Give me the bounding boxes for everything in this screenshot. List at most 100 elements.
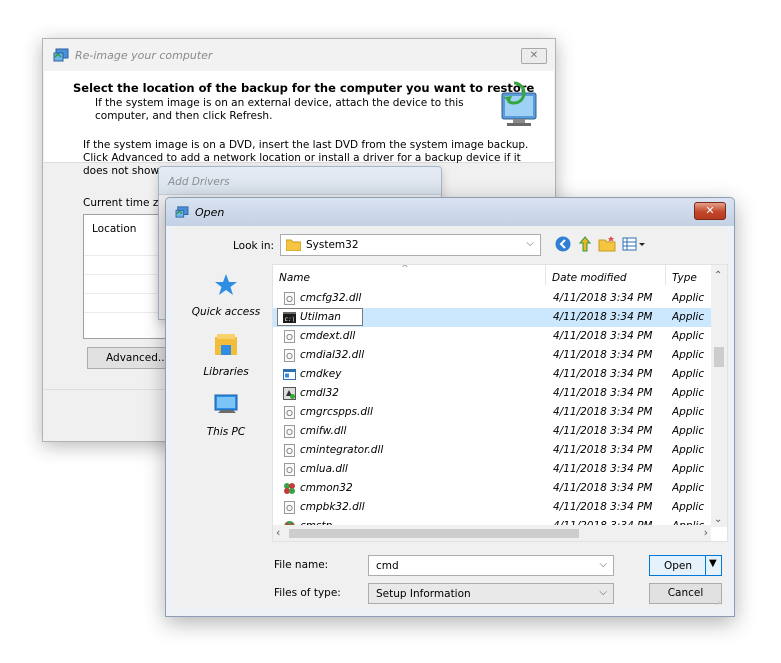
column-header-type[interactable]: Type	[672, 272, 697, 284]
dll-file-icon	[283, 292, 296, 305]
dll-file-icon	[283, 444, 296, 457]
file-type: Applic	[672, 425, 705, 437]
file-name: cmcfg32.dll	[300, 292, 362, 304]
file-row[interactable]: cmlua.dll 4/11/2018 3:34 PM Applic	[273, 460, 711, 479]
file-row[interactable]: cmcfg32.dll 4/11/2018 3:34 PM Applic	[273, 289, 711, 308]
file-name: cmintegrator.dll	[300, 444, 384, 456]
location-column-header: Location	[92, 223, 137, 235]
scroll-down-icon[interactable]: ⌄	[714, 514, 722, 525]
horizontal-scrollbar[interactable]: ‹ ›	[273, 525, 711, 541]
file-type: Applic	[672, 482, 705, 494]
up-folder-icon[interactable]	[576, 235, 594, 253]
triangle-down-icon: ▼	[709, 558, 717, 569]
place-label: Libraries	[203, 366, 249, 378]
scroll-thumb[interactable]	[289, 529, 579, 538]
place-this-pc[interactable]: This PC	[184, 391, 268, 447]
file-type-value: Setup Information	[376, 588, 471, 600]
column-divider[interactable]	[665, 265, 666, 285]
open-dialog-titlebar[interactable]: Open ✕	[166, 198, 734, 226]
file-name: cmpbk32.dll	[300, 501, 365, 513]
vertical-scrollbar[interactable]: ⌃ ⌄	[711, 265, 727, 527]
file-list[interactable]: Name ^ Date modified Type cmcfg32.dll 4/1…	[272, 264, 728, 542]
open-dialog: Open ✕ Look in: System32 ⌵ Quick access …	[165, 197, 735, 617]
chevron-down-icon: ⌵	[599, 587, 607, 598]
file-name: cmdkey	[300, 368, 342, 380]
file-row[interactable]: c:\ Utilman 4/11/2018 3:34 PM Applic	[273, 308, 711, 327]
file-date: 4/11/2018 3:34 PM	[553, 368, 653, 380]
new-folder-icon[interactable]	[598, 235, 616, 253]
file-type-label: Files of type:	[274, 587, 341, 599]
file-type: Applic	[672, 444, 705, 456]
file-row[interactable]: cmintegrator.dll 4/11/2018 3:34 PM Applic	[273, 441, 711, 460]
file-row[interactable]: cmdext.dll 4/11/2018 3:34 PM Applic	[273, 327, 711, 346]
open-dialog-close-button[interactable]: ✕	[694, 202, 726, 220]
dll-file-icon	[283, 425, 296, 438]
open-button-label: Open	[663, 560, 693, 572]
file-row[interactable]: cmgrcspps.dll 4/11/2018 3:34 PM Applic	[273, 403, 711, 422]
file-type: Applic	[672, 349, 705, 361]
file-row[interactable]: cmdl32 4/11/2018 3:34 PM Applic	[273, 384, 711, 403]
reimage-title: Re-image your computer	[75, 49, 213, 62]
file-row[interactable]: cmdkey 4/11/2018 3:34 PM Applic	[273, 365, 711, 384]
column-header-date[interactable]: Date modified	[552, 272, 627, 284]
file-type: Applic	[672, 330, 705, 342]
close-icon: ✕	[705, 204, 715, 217]
open-split-dropdown[interactable]: ▼	[705, 556, 721, 575]
file-date: 4/11/2018 3:34 PM	[553, 311, 653, 323]
file-type: Applic	[672, 387, 705, 399]
file-date: 4/11/2018 3:34 PM	[553, 330, 653, 342]
file-name-input[interactable]: cmd ⌵	[368, 555, 614, 576]
file-date: 4/11/2018 3:34 PM	[553, 501, 653, 513]
add-drivers-titlebar[interactable]: Add Drivers	[159, 167, 441, 195]
place-quick-access[interactable]: Quick access	[184, 271, 268, 327]
file-row[interactable]: cmmon32 4/11/2018 3:34 PM Applic	[273, 479, 711, 498]
dll-file-icon	[283, 406, 296, 419]
file-name: cmmon32	[300, 482, 353, 494]
file-type-dropdown[interactable]: Setup Information ⌵	[368, 583, 614, 604]
system-restore-icon	[53, 48, 69, 62]
libraries-icon	[215, 334, 237, 355]
column-header-name[interactable]: Name	[279, 272, 310, 284]
reimage-heading: Select the location of the backup for th…	[73, 81, 535, 95]
look-in-dropdown[interactable]: System32 ⌵	[280, 234, 541, 256]
file-row[interactable]: cmdial32.dll 4/11/2018 3:34 PM Applic	[273, 346, 711, 365]
scroll-up-icon[interactable]: ⌃	[714, 270, 722, 281]
file-row[interactable]: cmifw.dll 4/11/2018 3:34 PM Applic	[273, 422, 711, 441]
dll-file-icon	[283, 349, 296, 362]
reimage-close-button[interactable]: ✕	[521, 48, 547, 64]
folder-icon	[286, 239, 301, 251]
sort-ascending-icon: ^	[401, 264, 409, 274]
open-button[interactable]: Open ▼	[649, 555, 722, 576]
chevron-down-icon: ⌵	[526, 238, 534, 249]
file-name: Utilman	[300, 311, 341, 323]
this-pc-icon	[214, 394, 238, 413]
back-icon[interactable]	[554, 235, 572, 253]
file-name: cmlua.dll	[300, 463, 348, 475]
look-in-label: Look in:	[233, 240, 275, 252]
file-row[interactable]: cmpbk32.dll 4/11/2018 3:34 PM Applic	[273, 498, 711, 517]
cancel-button[interactable]: Cancel	[649, 583, 722, 604]
chevron-down-icon[interactable]: ⌵	[599, 559, 607, 570]
scroll-right-icon[interactable]: ›	[704, 526, 708, 539]
cmdl-app-icon	[283, 387, 296, 400]
place-libraries[interactable]: Libraries	[184, 331, 268, 387]
cmmon-app-icon	[283, 482, 296, 495]
file-type: Applic	[672, 406, 705, 418]
window-app-icon	[283, 368, 296, 381]
scroll-thumb[interactable]	[714, 347, 724, 367]
view-menu-icon[interactable]	[622, 235, 646, 253]
system-restore-icon	[175, 206, 189, 218]
column-divider[interactable]	[545, 265, 546, 285]
quick-access-star-icon	[215, 274, 237, 295]
computer-restore-icon	[501, 81, 537, 126]
resize-grip-icon[interactable]: ⋰	[715, 597, 725, 607]
place-label: This PC	[206, 426, 246, 438]
file-date: 4/11/2018 3:34 PM	[553, 482, 653, 494]
file-type: Applic	[672, 368, 705, 380]
dll-file-icon	[283, 463, 296, 476]
console-app-icon: c:\	[283, 311, 296, 324]
reimage-titlebar[interactable]: Re-image your computer ✕	[43, 39, 555, 71]
file-name: cmgrcspps.dll	[300, 406, 373, 418]
scroll-left-icon[interactable]: ‹	[276, 526, 280, 539]
place-label: Quick access	[191, 306, 261, 318]
